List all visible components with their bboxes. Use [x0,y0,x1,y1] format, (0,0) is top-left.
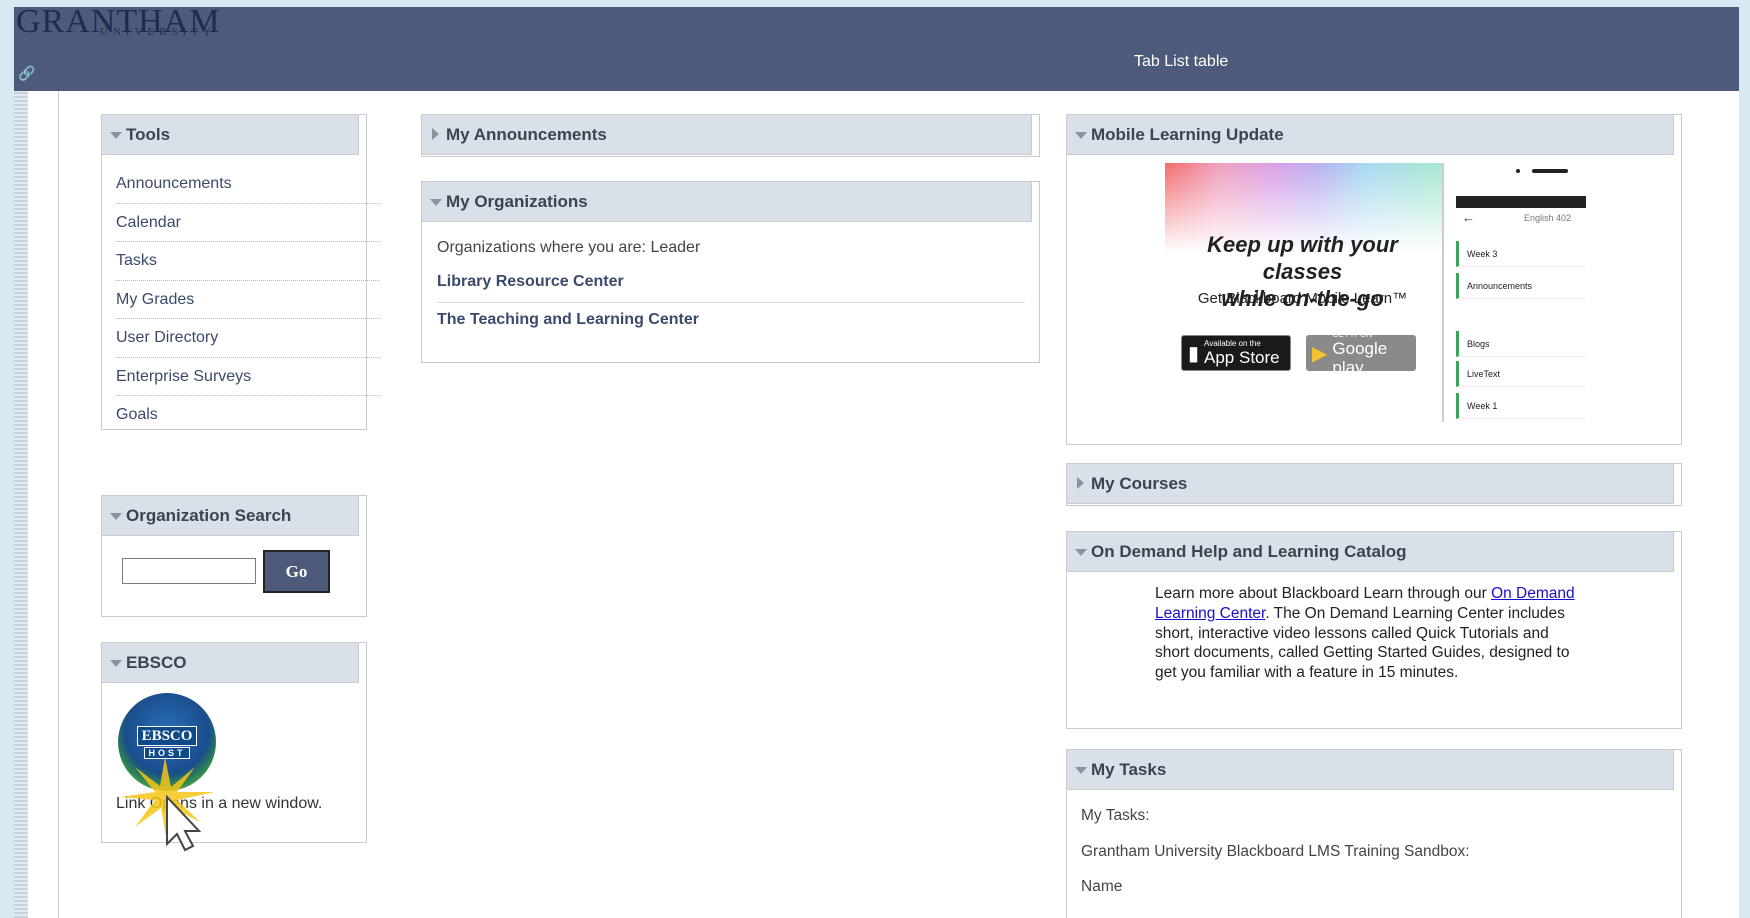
tools-module-title: Tools [126,124,171,144]
tools-module: Tools Announcements Calendar Tasks My Gr… [101,114,380,430]
my-courses-header[interactable]: My Courses [1067,464,1681,504]
top-header-bar: GRANTHAM UNIVERSITY Tab List table 🔗 [14,3,1739,91]
app-store-small-text: Available on the [1204,339,1261,348]
go-button[interactable]: Go [263,550,330,593]
tool-link-goals[interactable]: Goals [116,396,380,435]
organizations-role-line: Organizations where you are: Leader [437,239,701,256]
ebsco-logo-text: EBSCO [136,725,198,746]
header-edge [358,643,366,683]
my-tasks-header[interactable]: My Tasks [1067,750,1681,790]
my-announcements-title: My Announcements [446,124,607,144]
organization-search-input[interactable] [122,558,256,584]
tool-link-enterprise-surveys[interactable]: Enterprise Surveys [116,358,380,396]
on-demand-help-title: On Demand Help and Learning Catalog [1091,541,1407,561]
expand-triangle-icon[interactable] [1077,477,1084,489]
my-organizations-header[interactable]: My Organizations [422,182,1039,222]
phone-mockup: ← English 402 Week 3 Announcements Blogs… [1442,163,1586,422]
on-demand-help-module: On Demand Help and Learning Catalog Lear… [1066,531,1682,729]
on-demand-help-header[interactable]: On Demand Help and Learning Catalog [1067,532,1681,572]
promo-subline: Get Blackboard Mobile Learn™ [1197,290,1408,307]
phone-row-announcements: Announcements [1456,273,1586,299]
left-rail [14,91,28,918]
org-link-library-resource-center[interactable]: Library Resource Center [437,273,624,291]
collapse-triangle-icon[interactable] [430,199,442,206]
phone-row-blogs: Blogs [1456,331,1586,357]
my-courses-module: My Courses [1066,463,1682,506]
main-frame: GRANTHAM UNIVERSITY Tab List table 🔗 Too… [14,3,1739,918]
header-edge [1673,532,1681,572]
google-play-big-text: Google play [1332,338,1388,377]
phone-row-livetext: LiveText [1456,361,1586,387]
app-store-big-text: App Store [1204,348,1280,367]
my-announcements-module: My Announcements [421,114,1040,157]
header-edge [1673,115,1681,155]
tool-link-tasks[interactable]: Tasks [116,242,380,281]
my-announcements-header[interactable]: My Announcements [422,115,1039,155]
collapse-triangle-icon[interactable] [1075,132,1087,139]
google-play-small-text: GET IT ON [1332,329,1373,339]
phone-row-week1: Week 1 [1456,393,1586,419]
mobile-learning-module: Mobile Learning Update Keep up with your… [1066,114,1682,445]
header-edge [358,115,366,155]
mobile-learning-title: Mobile Learning Update [1091,124,1284,144]
tool-link-calendar[interactable]: Calendar [116,204,380,242]
google-play-badge[interactable]: ▶ GET IT ON Google play [1306,330,1416,377]
ebsco-module-header[interactable]: EBSCO [102,643,366,683]
collapse-triangle-icon[interactable] [110,132,122,139]
phone-camera-dot [1516,169,1520,173]
tools-list: Announcements Calendar Tasks My Grades U… [102,155,380,435]
collapse-triangle-icon[interactable] [1075,549,1087,556]
mobile-learning-header[interactable]: Mobile Learning Update [1067,115,1681,155]
tools-module-header[interactable]: Tools [102,115,366,155]
university-logo-subtitle: UNIVERSITY [100,26,216,38]
tool-link-announcements[interactable]: Announcements [116,165,380,204]
organization-search-module: Organization Search Go [101,495,367,617]
org-divider [437,302,1025,303]
my-tasks-module: My Tasks My Tasks: Grantham University B… [1066,749,1682,918]
my-courses-title: My Courses [1091,473,1188,493]
back-arrow-icon: ← [1462,210,1475,225]
phone-speaker [1532,169,1568,173]
header-edge [1673,464,1681,504]
content-divider [58,91,59,918]
on-demand-description: Learn more about Blackboard Learn throug… [1155,584,1580,683]
collapse-triangle-icon[interactable] [110,660,122,667]
my-tasks-name-column: Name [1081,878,1123,895]
my-tasks-title: My Tasks [1091,759,1167,779]
phone-row-week3: Week 3 [1456,241,1586,267]
phone-course-title: English 402 [1524,213,1572,223]
on-demand-text-before: Learn more about Blackboard Learn throug… [1155,585,1492,602]
collapse-triangle-icon[interactable] [1075,767,1087,774]
mobile-learn-promo-banner[interactable]: Keep up with your classes while on-the-g… [1165,163,1586,422]
organization-search-title: Organization Search [126,505,292,525]
tool-link-user-directory[interactable]: User Directory [116,319,380,358]
app-store-badge[interactable]: ▮ Available on the App Store [1181,335,1291,371]
organization-search-header[interactable]: Organization Search [102,496,366,536]
mouse-cursor-icon [120,757,215,852]
google-play-icon: ▶ [1312,342,1328,365]
header-edge [1673,750,1681,790]
ebsco-module-title: EBSCO [126,652,187,672]
my-organizations-title: My Organizations [446,191,588,211]
edit-link-icon[interactable]: 🔗 [18,65,35,87]
my-tasks-label: My Tasks: [1081,807,1150,824]
promo-headline-line1: Keep up with your classes [1207,232,1398,284]
header-edge [1031,115,1039,155]
org-link-teaching-learning-center[interactable]: The Teaching and Learning Center [437,311,699,329]
tab-list-label: Tab List table [1134,53,1229,70]
apple-icon: ▮ [1188,342,1200,365]
my-tasks-course: Grantham University Blackboard LMS Train… [1081,843,1470,860]
expand-triangle-icon[interactable] [432,128,439,140]
header-edge [358,496,366,536]
phone-status-bar [1456,196,1586,208]
my-organizations-module: My Organizations Organizations where you… [421,181,1040,363]
header-edge [1031,182,1039,222]
tool-link-my-grades[interactable]: My Grades [116,281,380,319]
collapse-triangle-icon[interactable] [110,513,122,520]
